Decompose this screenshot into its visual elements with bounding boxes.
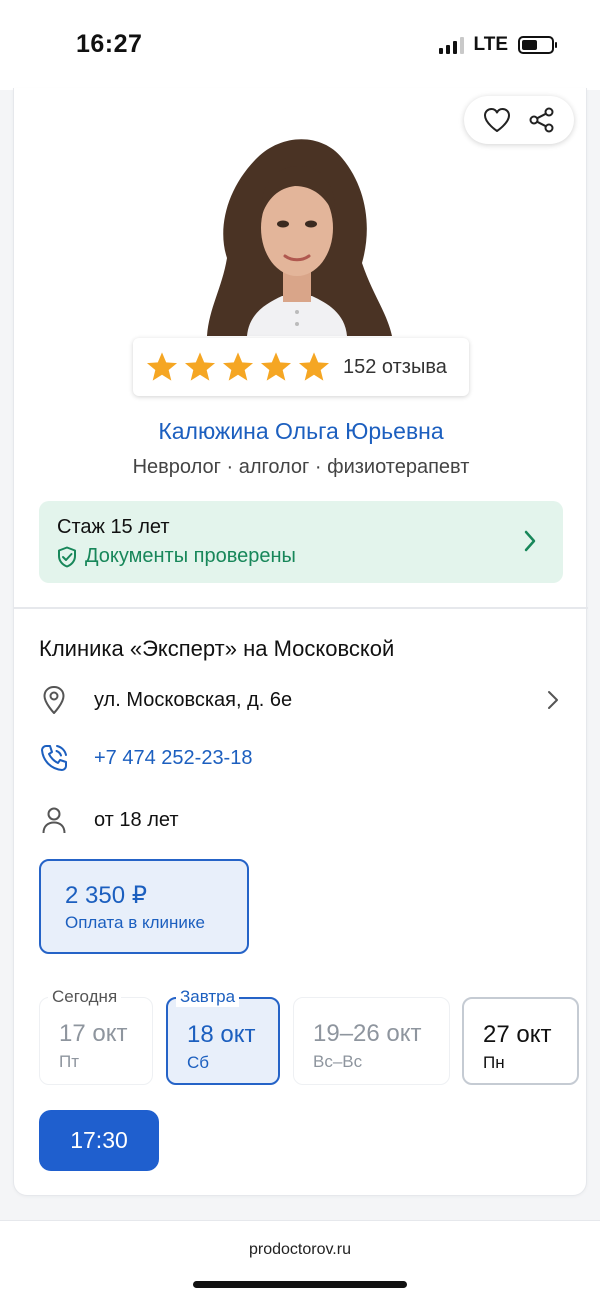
shield-check-icon <box>58 546 76 567</box>
person-icon <box>42 807 66 834</box>
rating-badge[interactable]: 152 отзыва <box>133 338 469 396</box>
documents-verified: Документы проверены <box>57 545 296 568</box>
status-indicators: LTE <box>438 34 557 56</box>
verified-label: Документы проверены <box>85 545 296 567</box>
heart-icon <box>483 108 510 132</box>
rating-stars <box>145 351 331 383</box>
date-card-today[interactable]: 17 окт Пт <box>39 997 153 1085</box>
date-value: 19–26 окт <box>313 1020 422 1047</box>
network-type: LTE <box>473 34 508 55</box>
cellular-signal-icon <box>438 36 464 54</box>
home-indicator[interactable] <box>193 1281 407 1288</box>
chevron-right-icon <box>524 530 536 552</box>
section-divider <box>14 607 588 609</box>
star-icon <box>260 352 292 381</box>
url-label[interactable]: prodoctorov.ru <box>0 1241 600 1259</box>
day-of-week: Пт <box>59 1052 80 1071</box>
time-slot-button[interactable]: 17:30 <box>39 1110 159 1171</box>
star-icon <box>146 352 178 381</box>
date-value: 17 окт <box>59 1020 128 1047</box>
reviews-count: 152 отзыва <box>343 355 447 378</box>
price-value: 2 350 ₽ <box>65 882 147 909</box>
date-card-tomorrow[interactable]: 18 окт Сб <box>166 997 280 1085</box>
doctor-card: 152 отзыва Калюжина Ольга Юрьевна Неврол… <box>13 88 588 1196</box>
day-of-week: Вс–Вс <box>313 1052 363 1071</box>
clinic-name: Клиника «Эксперт» на Московской <box>39 636 395 661</box>
location-pin-icon <box>43 686 65 714</box>
date-value: 18 окт <box>187 1021 256 1048</box>
date-label-today: Сегодня <box>48 987 122 1007</box>
share-button[interactable] <box>526 104 558 136</box>
star-icon <box>184 352 216 381</box>
age-restriction: от 18 лет <box>94 808 179 831</box>
star-icon <box>222 352 254 381</box>
date-label-tomorrow: Завтра <box>176 987 240 1007</box>
clinic-phone[interactable]: +7 474 252-23-18 <box>94 747 252 770</box>
share-icon <box>529 107 553 133</box>
browser-bottom-bar: prodoctorov.ru <box>0 1220 600 1300</box>
action-pill <box>464 96 574 144</box>
doctor-photo <box>187 128 407 336</box>
date-card-available[interactable]: 27 окт Пн <box>462 997 579 1085</box>
day-of-week: Пн <box>483 1053 505 1072</box>
chevron-right-icon <box>548 691 558 709</box>
phone-icon <box>41 745 67 771</box>
favorite-button[interactable] <box>481 104 513 136</box>
day-of-week: Сб <box>187 1053 210 1072</box>
doctor-name[interactable]: Калюжина Ольга Юрьевна <box>14 418 588 445</box>
price-option[interactable]: 2 350 ₽ Оплата в клинике <box>39 859 249 954</box>
experience-title: Стаж 15 лет <box>57 516 170 538</box>
status-bar: 16:27 LTE <box>0 0 600 90</box>
battery-icon <box>518 36 557 54</box>
doctor-specialties: Невролог · алголог · физиотерапевт <box>132 456 470 478</box>
date-value: 27 окт <box>483 1021 552 1048</box>
experience-panel[interactable]: Стаж 15 лет Документы проверены <box>39 501 563 583</box>
age-row: от 18 лет <box>39 800 563 840</box>
status-time: 16:27 <box>76 30 143 58</box>
star-icon <box>298 352 330 381</box>
clinic-phone-row[interactable]: +7 474 252-23-18 <box>39 738 563 778</box>
payment-note: Оплата в клинике <box>65 913 205 932</box>
date-card-range[interactable]: 19–26 окт Вс–Вс <box>293 997 450 1085</box>
clinic-address: ул. Московская, д. 6е <box>94 688 293 711</box>
clinic-address-row[interactable]: ул. Московская, д. 6е <box>39 680 563 720</box>
